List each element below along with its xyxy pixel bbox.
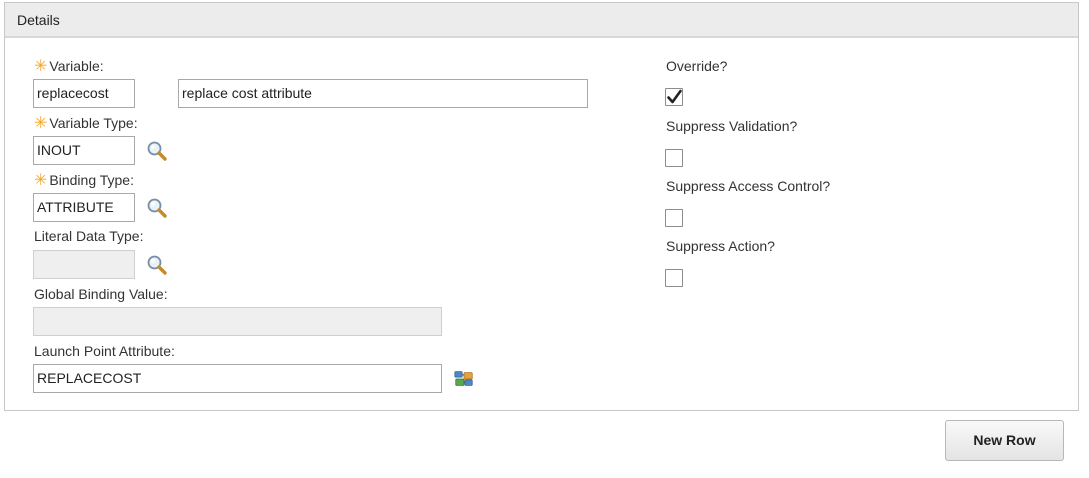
- required-asterisk-icon: ✳: [34, 172, 48, 189]
- launch-point-attribute-input[interactable]: REPLACECOST: [33, 364, 442, 393]
- global-binding-value-label: Global Binding Value:: [34, 286, 168, 302]
- suppress-action-checkbox[interactable]: [665, 269, 683, 287]
- binding-type-lookup-magnifier-icon[interactable]: [146, 197, 168, 219]
- literal-data-type-lookup-magnifier-icon[interactable]: [146, 254, 168, 276]
- variable-type-input[interactable]: INOUT: [33, 136, 135, 165]
- required-asterisk-icon: ✳: [34, 115, 48, 132]
- global-binding-value-input[interactable]: [33, 307, 442, 336]
- variable-type-label: ✳ Variable Type:: [34, 113, 138, 133]
- new-row-button[interactable]: New Row: [945, 420, 1064, 461]
- variable-description-input[interactable]: replace cost attribute: [178, 79, 588, 108]
- literal-data-type-input[interactable]: [33, 250, 135, 279]
- launch-point-attribute-label: Launch Point Attribute:: [34, 343, 175, 359]
- suppress-access-control-checkbox[interactable]: [665, 209, 683, 227]
- variable-label: ✳ Variable:: [34, 56, 104, 76]
- attribute-picker-tree-icon[interactable]: [453, 368, 475, 390]
- section-title: Details: [5, 3, 1078, 38]
- override-label: Override?: [666, 58, 728, 74]
- binding-type-label: ✳ Binding Type:: [34, 170, 134, 190]
- checkmark-icon: [667, 89, 682, 104]
- binding-type-label-text: Binding Type:: [49, 172, 134, 188]
- variable-type-lookup-magnifier-icon[interactable]: [146, 140, 168, 162]
- variable-type-label-text: Variable Type:: [49, 115, 138, 131]
- binding-type-input[interactable]: ATTRIBUTE: [33, 193, 135, 222]
- suppress-access-control-label: Suppress Access Control?: [666, 178, 831, 194]
- literal-data-type-label: Literal Data Type:: [34, 228, 144, 244]
- required-asterisk-icon: ✳: [34, 58, 48, 75]
- suppress-action-label: Suppress Action?: [666, 238, 775, 254]
- suppress-validation-checkbox[interactable]: [665, 149, 683, 167]
- variable-label-text: Variable:: [49, 58, 104, 74]
- suppress-validation-label: Suppress Validation?: [666, 118, 798, 134]
- variable-input[interactable]: replacecost: [33, 79, 135, 108]
- override-checkbox[interactable]: [665, 88, 683, 106]
